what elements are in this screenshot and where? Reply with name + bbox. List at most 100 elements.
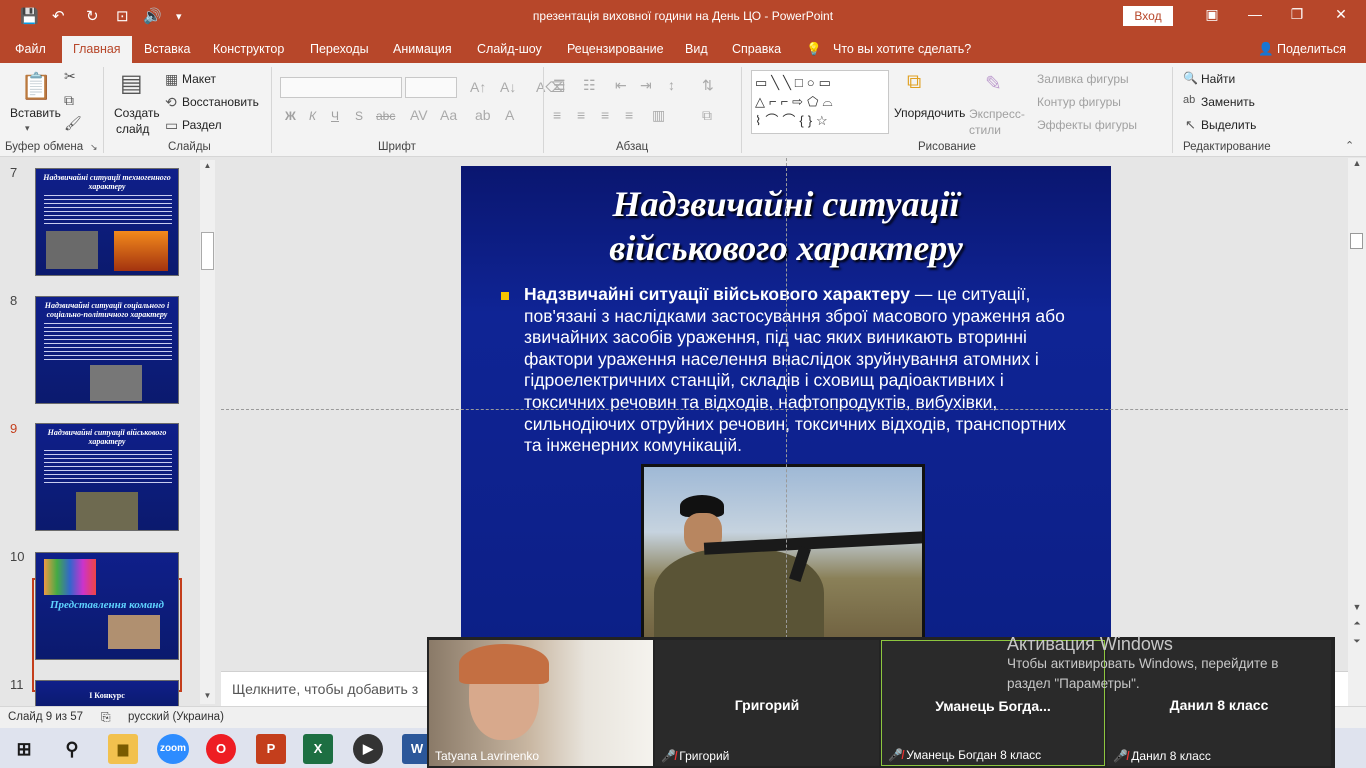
char-spacing-icon[interactable]: AV xyxy=(410,107,428,123)
new-slide-label2: слайд xyxy=(116,122,150,136)
thumbnail-title: I Конкурс xyxy=(89,691,125,700)
shadow-button[interactable]: S xyxy=(355,109,363,123)
spellcheck-icon[interactable]: ⎘ xyxy=(101,710,111,725)
collapse-ribbon-icon[interactable]: ⌃ xyxy=(1345,139,1354,152)
copy-icon[interactable]: ⧉ xyxy=(64,92,74,109)
minimize-icon[interactable]: — xyxy=(1240,6,1270,22)
thumbnail-title: Надзвичайні ситуації соціального і соціа… xyxy=(44,301,170,319)
underline-button[interactable]: Ч xyxy=(331,109,339,123)
font-size-input[interactable] xyxy=(405,77,457,98)
tab-file[interactable]: Файл xyxy=(15,42,46,56)
clipboard-group-label: Буфер обмена xyxy=(5,141,84,153)
opera-icon[interactable]: O xyxy=(206,734,236,764)
bullets-icon[interactable]: ☰ xyxy=(553,77,566,94)
shrink-font-icon[interactable]: A↓ xyxy=(500,79,516,95)
columns-icon[interactable]: ▥ xyxy=(652,107,665,124)
restore-icon[interactable]: ❐ xyxy=(1282,6,1312,23)
tab-design[interactable]: Конструктор xyxy=(213,42,284,56)
select-button[interactable]: Выделить xyxy=(1201,118,1256,132)
new-slide-icon[interactable]: ▤ xyxy=(120,69,143,98)
quick-styles-button[interactable]: Экспресс-стили xyxy=(969,106,1029,138)
windows-start-icon[interactable]: ⊞ xyxy=(9,734,39,764)
slide-thumbnail-8[interactable]: Надзвичайні ситуації соціального і соціа… xyxy=(35,296,179,404)
paste-dropdown-icon[interactable]: ▾ xyxy=(25,123,30,134)
arrange-button[interactable]: Упорядочить xyxy=(894,106,965,120)
shapes-gallery[interactable]: ▭╲╲□○▭ △⌐⌐⇨⬠⌓ ⌇⌒⌒{}☆ xyxy=(751,70,889,134)
format-painter-icon[interactable]: 🖌 xyxy=(64,115,82,132)
grow-font-icon[interactable]: A↑ xyxy=(470,79,486,95)
zoom-app-icon[interactable]: zoom xyxy=(157,734,189,764)
new-slide-button[interactable]: Создать xyxy=(114,106,160,120)
search-icon[interactable]: ⚲ xyxy=(57,734,87,764)
ribbon-display-icon[interactable]: ▣ xyxy=(1197,6,1227,23)
slide-thumbnail-7[interactable]: Надзвичайні ситуації техногенного характ… xyxy=(35,168,179,276)
tab-review[interactable]: Рецензирование xyxy=(567,42,664,56)
section-button[interactable]: Раздел xyxy=(182,118,222,132)
align-center-icon[interactable]: ≡ xyxy=(577,107,585,123)
thumbnails-scrollbar[interactable]: ▲ ▼ xyxy=(200,160,215,704)
tab-help[interactable]: Справка xyxy=(732,42,781,56)
soldier-photo[interactable] xyxy=(641,464,925,656)
align-left-icon[interactable]: ≡ xyxy=(553,107,561,123)
video-tile-tatyana[interactable]: Tatyana Lavrinenko xyxy=(429,640,653,766)
tab-slideshow[interactable]: Слайд-шоу xyxy=(477,42,542,56)
italic-button[interactable]: К xyxy=(309,109,316,123)
slide-thumbnails-pane: 7 Надзвичайні ситуації техногенного хара… xyxy=(0,158,218,710)
clipboard-launcher-icon[interactable]: ↘ xyxy=(90,142,98,153)
arrange-icon[interactable]: ⧉ xyxy=(907,71,921,94)
justify-icon[interactable]: ≡ xyxy=(625,107,633,123)
tab-view[interactable]: Вид xyxy=(685,42,708,56)
font-color-icon[interactable]: A xyxy=(505,107,514,123)
slide-body-text[interactable]: Надзвичайні ситуації військового характе… xyxy=(524,284,1074,457)
line-spacing-icon[interactable]: ↕ xyxy=(668,77,675,93)
tab-transitions[interactable]: Переходы xyxy=(310,42,369,56)
slide-thumbnail-9[interactable]: Надзвичайні ситуації військового характе… xyxy=(35,423,179,531)
numbering-icon[interactable]: ☷ xyxy=(583,77,596,94)
strikethrough-button[interactable]: abc xyxy=(376,109,395,123)
muted-mic-icon: 🎤̸ xyxy=(1113,749,1128,763)
tab-home[interactable]: Главная xyxy=(62,36,132,63)
reset-button[interactable]: Восстановить xyxy=(182,95,259,109)
powerpoint-icon[interactable]: P xyxy=(256,734,286,764)
replace-button[interactable]: Заменить xyxy=(1201,95,1255,109)
shape-fill-button[interactable]: Заливка фигуры xyxy=(1037,72,1129,86)
align-right-icon[interactable]: ≡ xyxy=(601,107,609,123)
language-indicator[interactable]: русский (Украина) xyxy=(128,711,224,723)
slide-number: 7 xyxy=(10,165,18,180)
tab-animations[interactable]: Анимация xyxy=(393,42,452,56)
share-button[interactable]: Поделиться xyxy=(1277,42,1346,56)
video-tile-grigoriy[interactable]: Григорий 🎤̸ Григорий xyxy=(655,640,879,766)
change-case-icon[interactable]: Aa xyxy=(440,107,457,123)
media-player-icon[interactable]: ▶ xyxy=(353,734,383,764)
decrease-indent-icon[interactable]: ⇤ xyxy=(615,77,627,94)
thumbnail-title: Надзвичайні ситуації військового характе… xyxy=(47,428,167,446)
close-icon[interactable]: ✕ xyxy=(1326,6,1356,23)
font-name-input[interactable] xyxy=(280,77,402,98)
bold-button[interactable]: Ж xyxy=(285,109,296,123)
smartart-icon[interactable]: ⧉ xyxy=(702,107,712,124)
participant-name: Tatyana Lavrinenko xyxy=(435,749,540,763)
cut-icon[interactable]: ✂ xyxy=(64,68,76,85)
shape-outline-button[interactable]: Контур фигуры xyxy=(1037,95,1121,109)
file-explorer-icon[interactable]: ▆ xyxy=(108,734,138,764)
muted-mic-icon: 🎤̸ xyxy=(888,748,903,762)
slide-thumbnail-10[interactable]: Представлення команд xyxy=(35,552,179,660)
tell-me-input[interactable]: Что вы хотите сделать? xyxy=(833,42,971,56)
quick-styles-icon[interactable]: ✎ xyxy=(985,71,1002,96)
thumbnail-title: Надзвичайні ситуації техногенного характ… xyxy=(43,173,171,191)
text-direction-icon[interactable]: ⇅ xyxy=(702,77,714,94)
increase-indent-icon[interactable]: ⇥ xyxy=(640,77,652,94)
shape-effects-button[interactable]: Эффекты фигуры xyxy=(1037,118,1137,132)
find-button[interactable]: Найти xyxy=(1201,72,1235,86)
tab-insert[interactable]: Вставка xyxy=(144,42,190,56)
share-icon[interactable]: 👤 xyxy=(1258,42,1274,57)
activation-title: Активация Windows xyxy=(1007,634,1173,654)
paste-icon[interactable]: 📋 xyxy=(20,71,52,103)
layout-button[interactable]: Макет xyxy=(182,72,216,86)
excel-icon[interactable]: X xyxy=(303,734,333,764)
find-icon: 🔍 xyxy=(1183,71,1198,85)
sign-in-button[interactable]: Вход xyxy=(1123,6,1173,26)
paste-button[interactable]: Вставить xyxy=(10,106,61,120)
slide-scrollbar[interactable]: ▲ ▼ ⏶ ⏷ xyxy=(1348,158,1366,706)
highlight-icon[interactable]: ab xyxy=(475,107,491,123)
